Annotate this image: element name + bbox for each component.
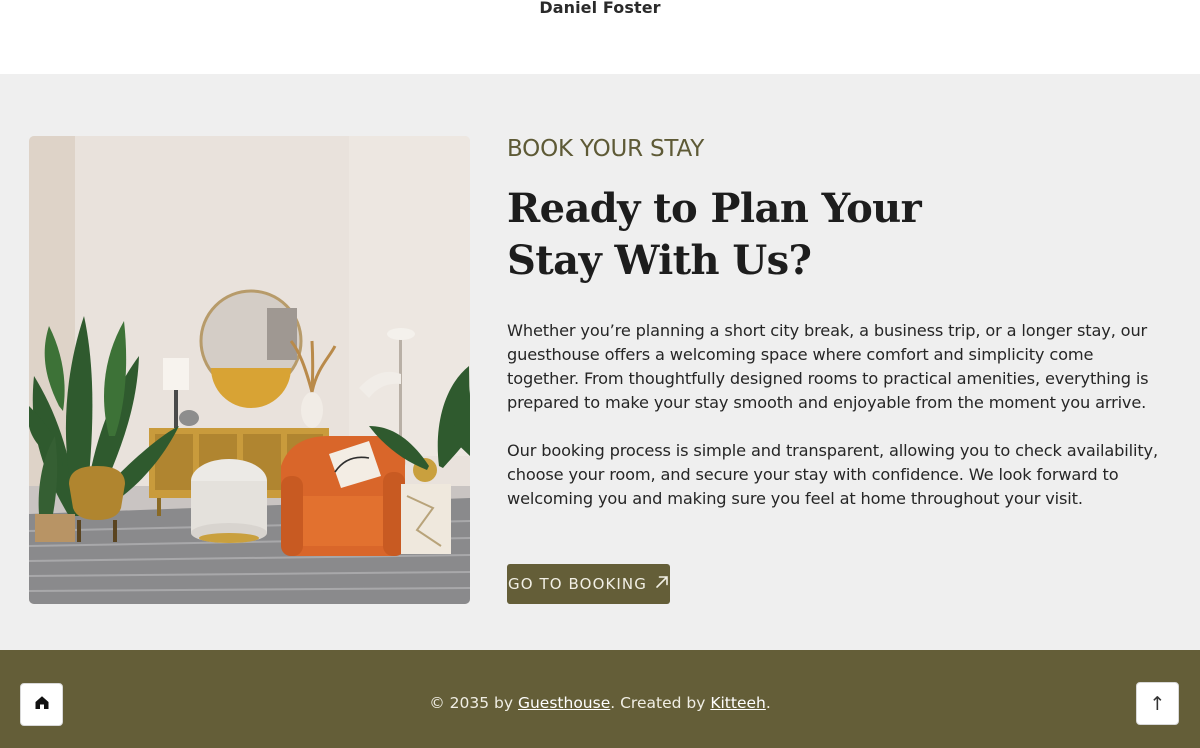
copyright-suffix: . bbox=[765, 694, 771, 712]
testimonial-author: Daniel Foster bbox=[539, 0, 661, 17]
process-paragraph: Our booking process is simple and transp… bbox=[507, 441, 1158, 508]
testimonial-strip: Daniel Foster bbox=[0, 0, 1200, 74]
heading-line-1: Ready to Plan Your bbox=[507, 185, 922, 232]
section-eyebrow: BOOK YOUR STAY bbox=[507, 136, 705, 162]
section-heading: Ready to Plan Your Stay With Us? bbox=[507, 183, 1067, 287]
heading-line-2: Stay With Us? bbox=[507, 237, 812, 284]
go-to-booking-button[interactable]: GO TO BOOKING bbox=[507, 564, 670, 604]
guesthouse-link[interactable]: Guesthouse bbox=[518, 694, 610, 712]
kitteeh-link[interactable]: Kitteeh bbox=[710, 694, 766, 712]
intro-paragraph: Whether you’re planning a short city bre… bbox=[507, 321, 1149, 412]
copyright-text: © 2035 by Guesthouse. Created by Kitteeh… bbox=[0, 694, 1200, 712]
arrow-up-right-icon bbox=[655, 575, 669, 593]
booking-section: BOOK YOUR STAY Ready to Plan Your Stay W… bbox=[0, 74, 1200, 650]
booking-button-label: GO TO BOOKING bbox=[508, 575, 647, 593]
arrow-up-icon: ↑ bbox=[1149, 692, 1166, 715]
copyright-prefix: © 2035 by bbox=[429, 694, 518, 712]
site-footer: © 2035 by Guesthouse. Created by Kitteeh… bbox=[0, 650, 1200, 748]
living-room-photo bbox=[29, 136, 470, 604]
back-to-top-button[interactable]: ↑ bbox=[1136, 682, 1179, 725]
created-by-text: . Created by bbox=[610, 694, 711, 712]
